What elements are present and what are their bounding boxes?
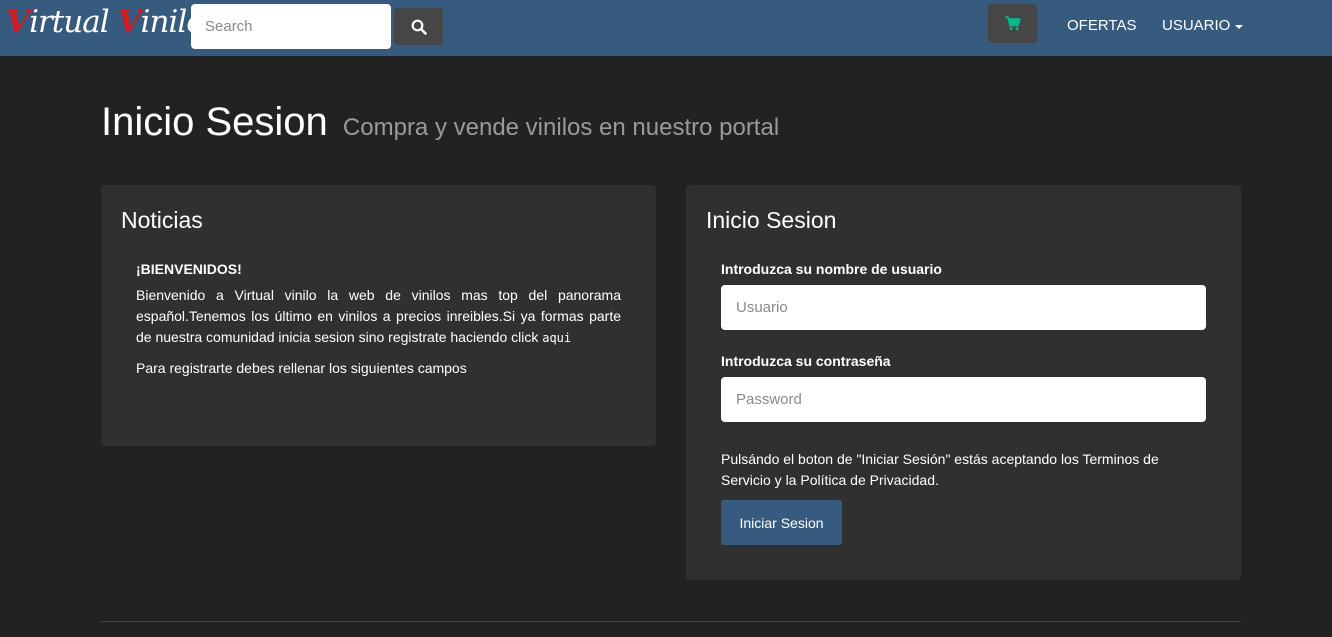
shopping-cart-icon — [1005, 16, 1021, 31]
terms-text: Pulsándo el boton de "Iniciar Sesión" es… — [721, 451, 1159, 488]
search-input[interactable] — [191, 4, 391, 49]
footer-divider — [101, 621, 1241, 622]
username-label: Introduzca su nombre de usuario — [721, 261, 942, 277]
brand-initial-v: V — [6, 4, 30, 40]
search-icon — [411, 19, 427, 35]
password-input[interactable] — [721, 377, 1206, 422]
news-body: Bienvenido a Virtual vinilo la web de vi… — [136, 285, 621, 349]
news-note: Para registrarte debes rellenar los sigu… — [136, 360, 467, 376]
nav-ofertas-link[interactable]: OFERTAS — [1067, 17, 1136, 34]
password-label: Introduzca su contraseña — [721, 353, 891, 369]
username-input[interactable] — [721, 285, 1206, 330]
nav-usuario-label: USUARIO — [1162, 17, 1231, 34]
news-panel-title: Noticias — [121, 207, 203, 233]
news-panel: Noticias ¡BIENVENIDOS! Bienvenido a Virt… — [101, 185, 656, 446]
navbar: Virtual Vinilo OFERTAS USUARIO — [0, 0, 1332, 56]
brand-initial-v2: V — [117, 4, 141, 40]
caret-down-icon — [1235, 24, 1244, 29]
page-subtitle: Compra y vende vinilos en nuestro portal — [342, 114, 780, 141]
login-panel-title: Inicio Sesion — [706, 207, 837, 233]
brand-text-irtual: irtual — [29, 4, 118, 40]
brand-logo[interactable]: Virtual Vinilo — [6, 4, 205, 40]
cart-button[interactable] — [988, 4, 1037, 43]
register-link[interactable]: aqui — [542, 331, 571, 345]
news-heading: ¡BIENVENIDOS! — [136, 261, 242, 277]
page-title: Inicio Sesion Compra y vende vinilos en … — [101, 100, 779, 145]
nav-usuario-dropdown[interactable]: USUARIO — [1162, 17, 1244, 34]
page-title-text: Inicio Sesion — [101, 100, 328, 144]
login-submit-button[interactable]: Iniciar Sesion — [721, 500, 842, 545]
search-button[interactable] — [394, 8, 443, 45]
login-panel: Inicio Sesion Introduzca su nombre de us… — [686, 185, 1241, 580]
